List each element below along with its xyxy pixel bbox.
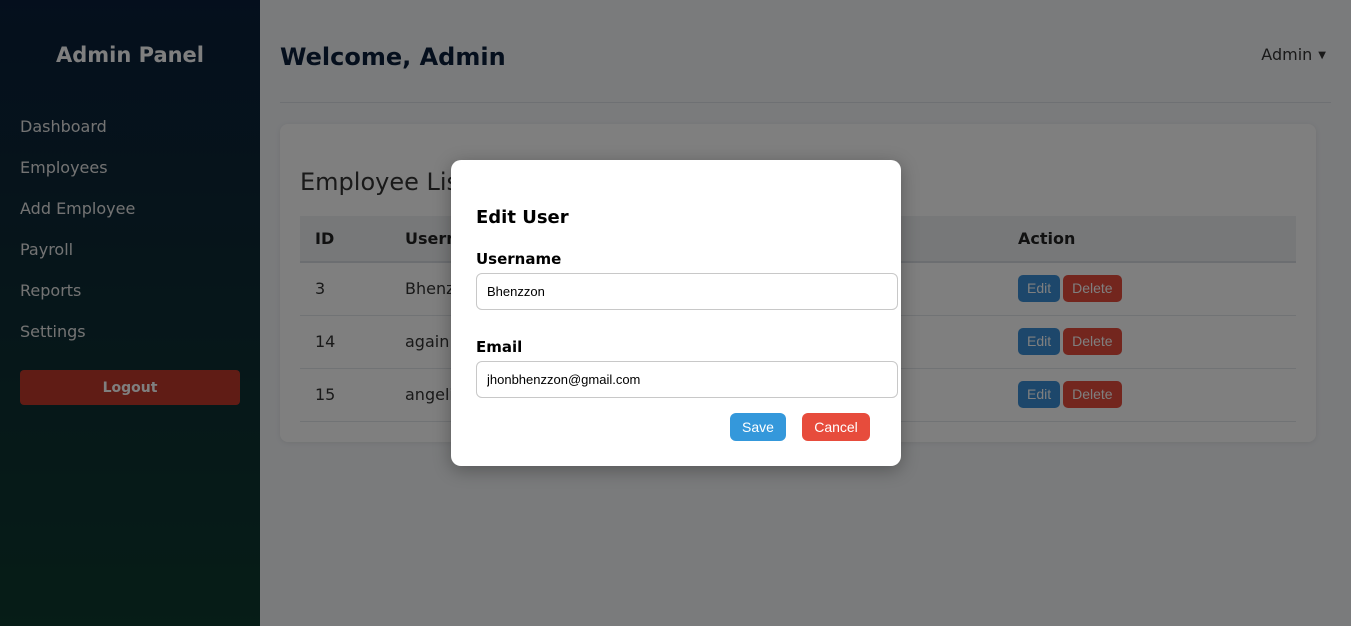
email-label: Email [476,338,523,356]
save-button[interactable]: Save [730,413,786,441]
email-field[interactable] [476,361,898,398]
username-field[interactable] [476,273,898,310]
edit-user-modal: Edit User Username Email Save Cancel [451,160,901,466]
cancel-button[interactable]: Cancel [802,413,870,441]
modal-title: Edit User [476,207,569,228]
username-label: Username [476,250,562,268]
